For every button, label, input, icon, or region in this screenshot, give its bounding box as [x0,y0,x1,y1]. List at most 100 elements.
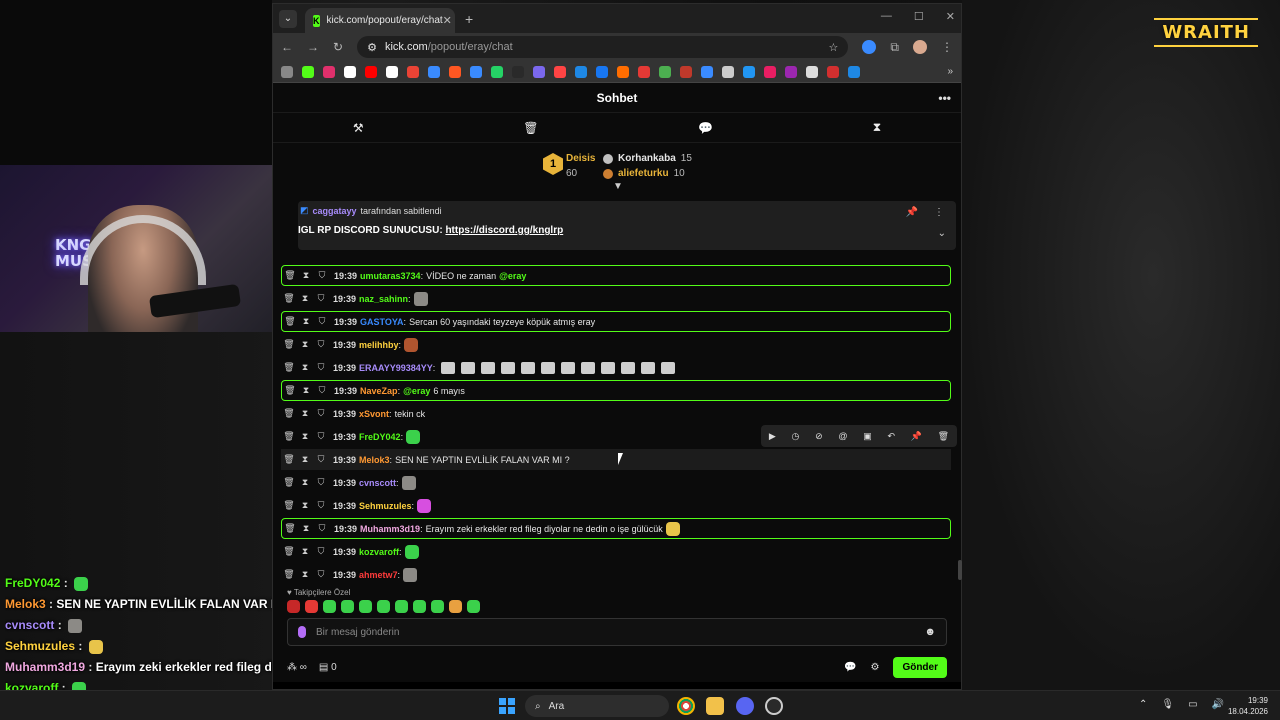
timeout-user-icon[interactable]: ⧗ [297,293,313,304]
delete-message-icon[interactable]: 🗑 [282,523,298,534]
mic-icon[interactable] [298,626,306,638]
chat-message[interactable]: 🗑 ⧗ ⛉ 19:39 Muhamm3d19: Erayım zeki erkekler … [281,518,951,539]
send-button[interactable]: Gönder [893,656,947,678]
reload-icon[interactable]: ↻ [333,40,343,54]
bookmark-icon[interactable] [491,65,503,78]
timeout-user-icon[interactable]: ⧗ [297,569,313,580]
chat-message[interactable]: 🗑 ⧗ ⛉ 19:39 ERAAYY99384YY: [281,357,951,378]
bookmark-star-icon[interactable]: ☆ [829,41,839,54]
message-username[interactable]: cvnscott [359,478,396,488]
hourglass-icon[interactable]: ⧗ [873,120,881,135]
tab-search-button[interactable]: ⌄ [279,9,297,28]
message-username[interactable]: NaveZap [360,386,398,396]
emote-icon[interactable] [449,600,462,613]
timeout-user-icon[interactable]: ⧗ [297,339,313,350]
bookmark-icon[interactable] [785,65,797,78]
leader-1-name[interactable]: Deisis [566,153,595,164]
points-icon[interactable]: ⁂ ∞ [287,662,307,673]
delete-message-icon[interactable]: 🗑 [281,362,297,373]
timeout-user-icon[interactable]: ⧗ [298,385,314,396]
unpin-icon[interactable]: 📌 [906,207,918,218]
back-icon[interactable]: ← [281,40,293,54]
timeout-user-icon[interactable]: ⧗ [297,546,313,557]
chat-message[interactable]: 🗑 ⧗ ⛉ 19:39 kozvaroff: [281,541,951,562]
bookmark-icon[interactable] [806,65,818,78]
chat-messages[interactable]: ◩ caggatayy tarafından sabitlendi IGL RP… [273,193,961,586]
bookmark-icon[interactable] [575,65,587,78]
message-input[interactable]: Bir mesaj gönderin ☻ [287,618,947,646]
timeout-user-icon[interactable]: ⧗ [298,316,314,327]
emote-icon[interactable] [323,600,336,613]
chat-message[interactable]: 🗑 ⧗ ⛉ 19:39 naz_sahinn: [281,288,951,309]
message-username[interactable]: naz_sahinn [359,294,408,304]
copy-icon[interactable]: ▣ [863,431,872,442]
bookmark-icon[interactable] [302,65,314,78]
bookmark-icon[interactable] [323,65,335,78]
delete-message-icon[interactable]: 🗑 [281,477,297,488]
timeout-user-icon[interactable]: ⧗ [297,500,313,511]
network-icon[interactable]: ▭ [1188,699,1197,710]
pinned-by-user[interactable]: caggatayy [313,206,357,216]
play-icon[interactable]: ▶ [769,431,776,442]
chat-message[interactable]: 🗑 ⧗ ⛉ 19:39 xSvont: tekin ck [281,403,951,424]
message-username[interactable]: FreDY042 [359,432,401,442]
bookmark-icon[interactable] [344,65,356,78]
leader-2[interactable]: Korhankaba 15 [603,153,692,164]
timeout-user-icon[interactable]: ⧗ [297,408,313,419]
message-username[interactable]: GASTOYA [360,317,404,327]
timeout-user-icon[interactable]: ⧗ [297,477,313,488]
site-info-icon[interactable]: ⚙ [367,41,377,54]
mention-icon[interactable]: @ [838,431,847,441]
pinned-more-icon[interactable]: ⋮ [934,207,944,218]
trash-icon[interactable]: 🗑 [523,121,538,135]
timeout-user-icon[interactable]: ⧗ [298,523,314,534]
chat-menu-icon[interactable]: ••• [938,83,951,113]
app-icon[interactable] [765,697,783,715]
delete-message-icon[interactable]: 🗑 [281,293,297,304]
emote-icon[interactable] [467,600,480,613]
maximize-icon[interactable]: ☐ [914,10,924,23]
message-username[interactable]: umutaras3734 [360,271,421,281]
message-mention[interactable]: @eray [499,271,526,281]
forward-icon[interactable]: → [307,40,319,54]
clock[interactable]: 19:39 18.04.2026 [1228,695,1268,717]
delete-message-icon[interactable]: 🗑 [281,500,297,511]
delete-message-icon[interactable]: 🗑 [282,270,298,281]
tray-mic-icon[interactable]: 🎙 [1161,699,1174,710]
bookmark-icon[interactable] [659,65,671,78]
delete-icon[interactable]: 🗑 [938,431,949,442]
emote-icon[interactable] [395,600,408,613]
bookmark-icon[interactable] [554,65,566,78]
pin-icon[interactable]: 📌 [911,431,922,442]
taskbar-search[interactable]: ⌕ Ara [525,695,669,717]
delete-message-icon[interactable]: 🗑 [281,431,297,442]
bookmark-icon[interactable] [281,65,293,78]
message-username[interactable]: ahmetw7 [359,570,398,580]
bookmark-icon[interactable] [617,65,629,78]
timeout-icon[interactable]: ◷ [792,431,800,442]
volume-icon[interactable]: 🔊 [1212,699,1224,710]
bookmark-icon[interactable] [680,65,692,78]
more-bookmarks-icon[interactable]: » [947,66,953,77]
bookmark-icon[interactable] [449,65,461,78]
bookmark-icon[interactable] [365,65,377,78]
emote-icon[interactable] [413,600,426,613]
settings-gear-icon[interactable]: ⚙ [870,662,879,673]
pinned-message[interactable]: ◩ caggatayy tarafından sabitlendi IGL RP… [298,201,956,250]
reply-icon[interactable]: ↶ [887,431,895,442]
message-username[interactable]: kozvaroff [359,547,399,557]
emote-icon[interactable] [377,600,390,613]
message-username[interactable]: Melok3 [359,455,390,465]
bookmark-icon[interactable] [848,65,860,78]
chat-message[interactable]: 🗑 ⧗ ⛉ 19:39 Melok3: SEN NE YAPTIN EVLİLİK FAL… [281,449,951,470]
chat-message[interactable]: 🗑 ⧗ ⛉ 19:39 ahmetw7: [281,564,951,585]
delete-message-icon[interactable]: 🗑 [281,408,297,419]
emoji-icon[interactable]: ☻ [924,626,936,638]
tab-kick-chat[interactable]: K kick.com/popout/eray/chat ✕ [305,8,455,33]
chat-message[interactable]: 🗑 ⧗ ⛉ 19:39 NaveZap: @eray 6 mayıs [281,380,951,401]
pinned-link[interactable]: https://discord.gg/knglrp [445,225,563,236]
chrome-icon[interactable] [677,697,695,715]
message-username[interactable]: ERAAYY99384YY [359,363,433,373]
extension-icon[interactable] [862,40,877,54]
extensions-puzzle-icon[interactable]: ⧉ [890,40,899,55]
